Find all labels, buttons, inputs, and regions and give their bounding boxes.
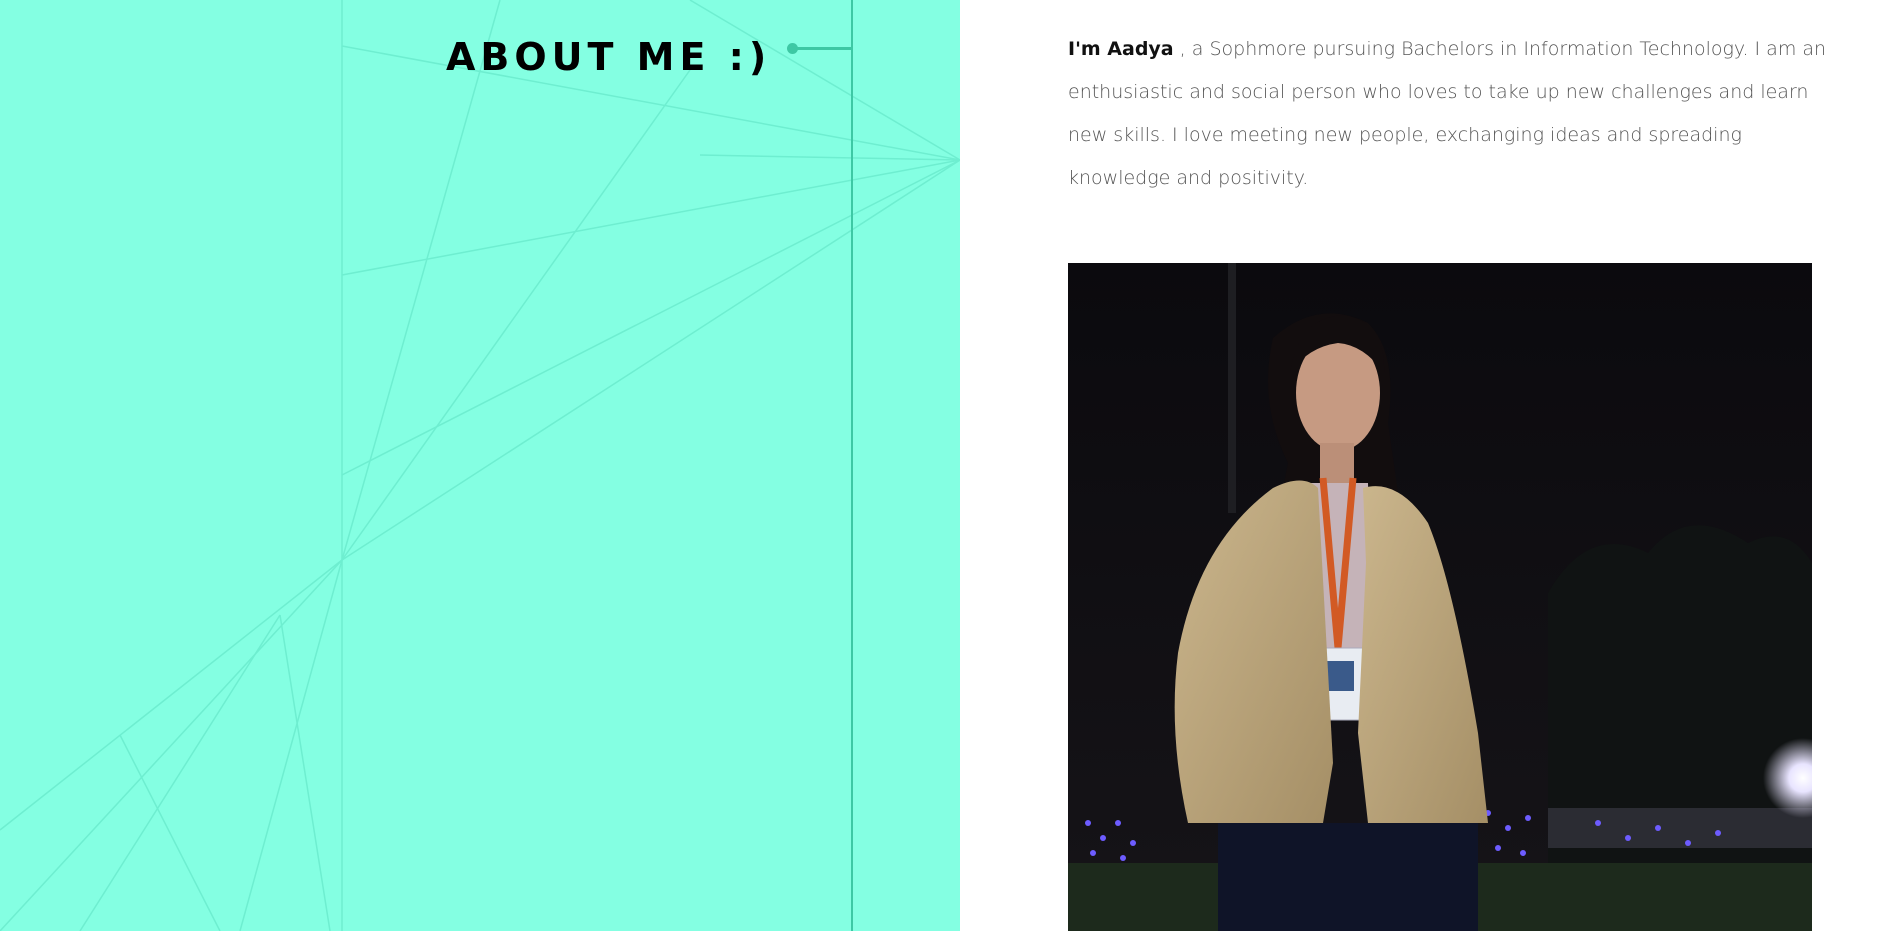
geometric-lines-background — [0, 0, 960, 931]
timeline-dot-icon — [787, 43, 798, 54]
about-page: ABOUT ME :) I'm Aadya , a Sophmore pursu… — [0, 0, 1901, 931]
profile-photo-illustration — [1068, 263, 1812, 931]
bio-name: I'm Aadya — [1068, 38, 1174, 60]
section-title: ABOUT ME :) — [446, 35, 772, 79]
timeline-line — [851, 0, 853, 931]
profile-photo — [1068, 263, 1812, 931]
about-section-panel: ABOUT ME :) — [0, 0, 960, 931]
timeline-connector — [792, 47, 852, 50]
about-content: I'm Aadya , a Sophmore pursuing Bachelor… — [960, 0, 1901, 931]
bio-paragraph: I'm Aadya , a Sophmore pursuing Bachelor… — [1068, 28, 1828, 200]
panel-fill — [0, 0, 960, 931]
bio-text: , a Sophmore pursuing Bachelors in Infor… — [1068, 38, 1827, 189]
